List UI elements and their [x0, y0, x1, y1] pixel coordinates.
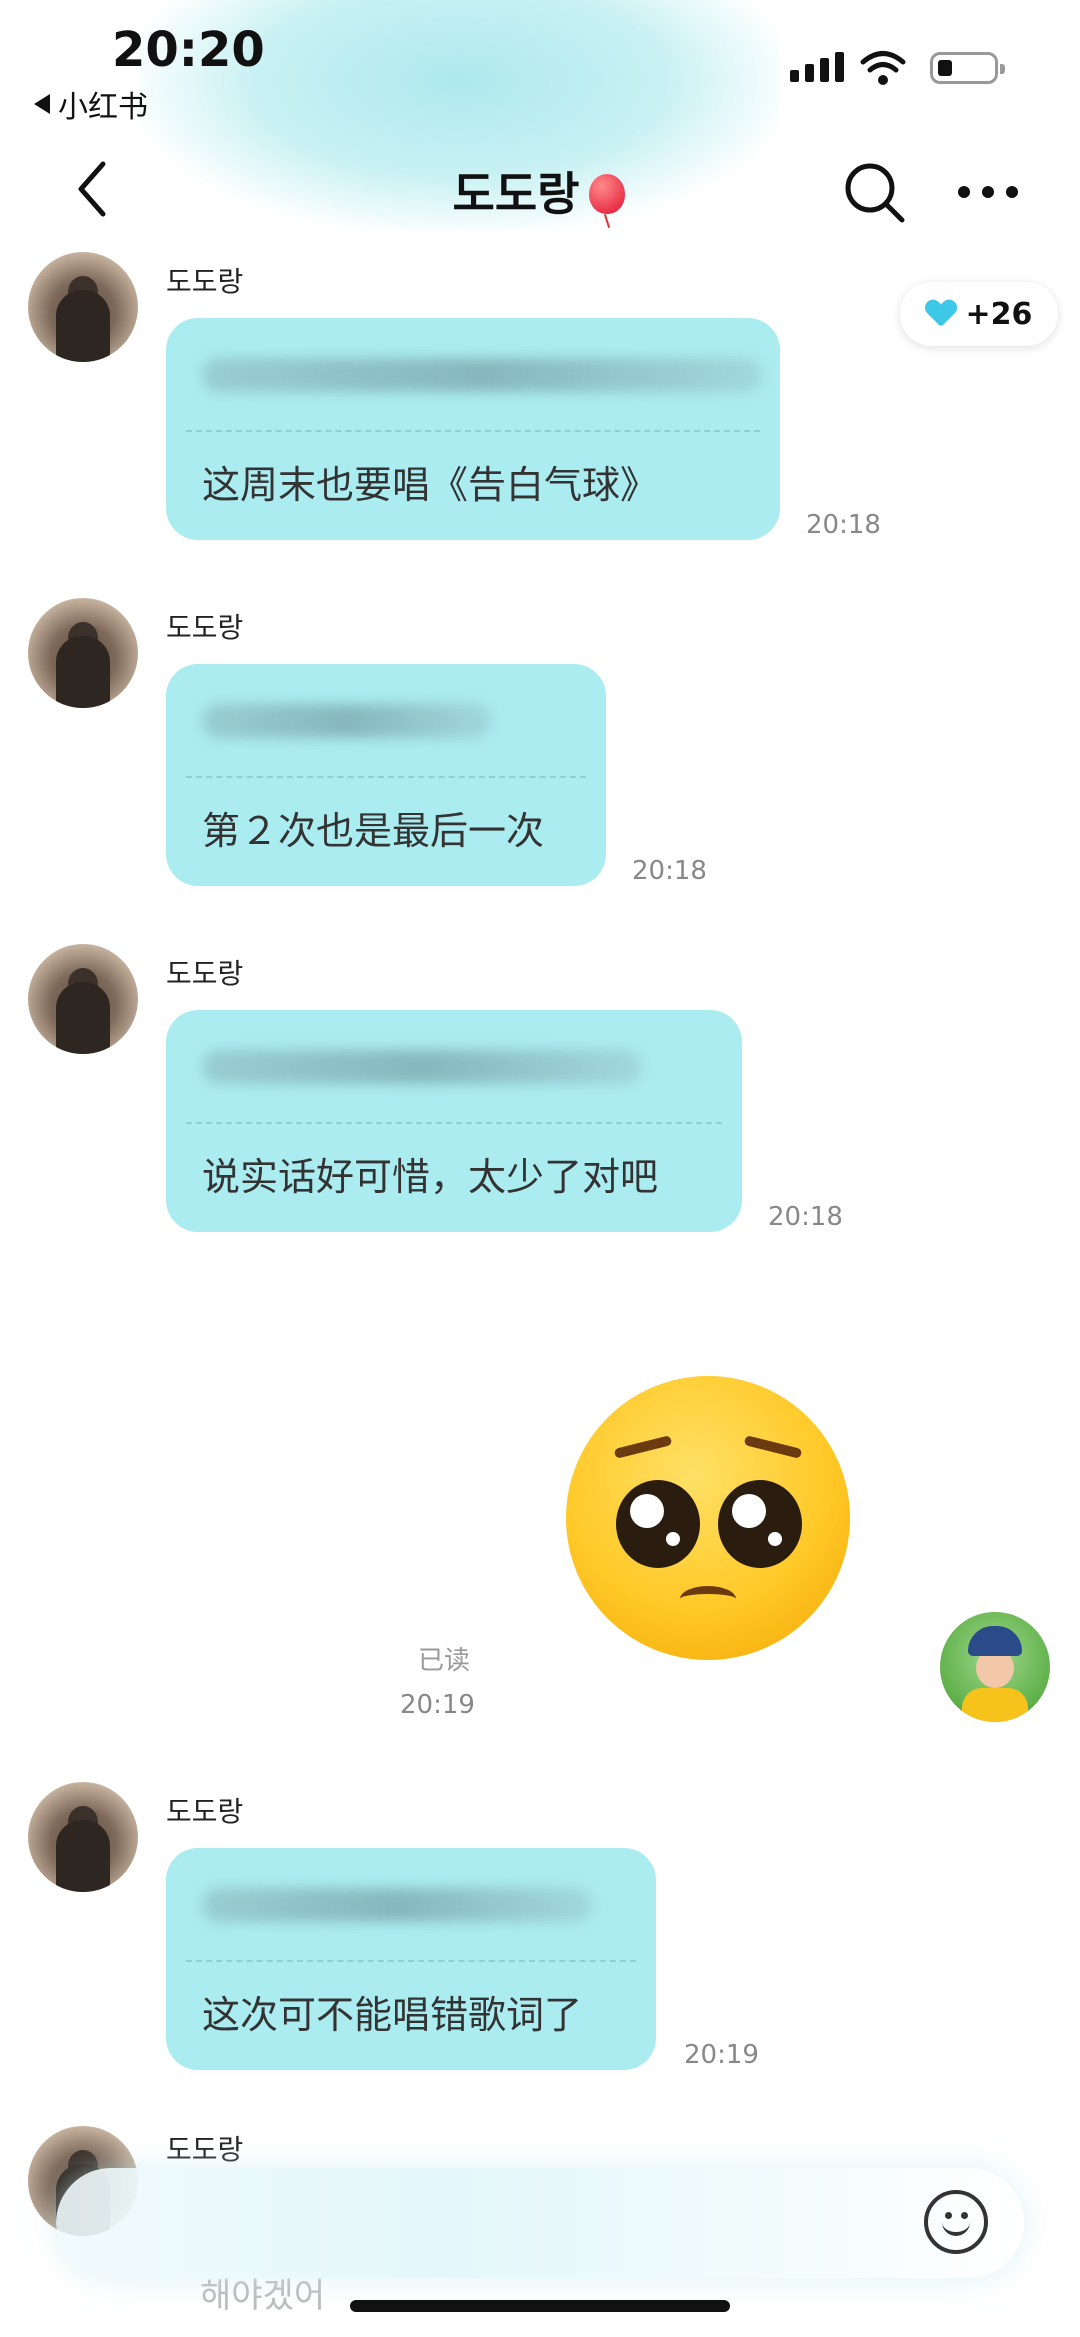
message-bubble[interactable]: 这次可不能唱错歌词了	[166, 1848, 656, 2070]
pleading-face-emoji[interactable]	[566, 1376, 850, 1660]
original-text-blurred	[202, 358, 762, 392]
sender-name: 도도랑	[166, 611, 244, 644]
back-app-label: 小红书	[58, 90, 148, 125]
bubble-divider	[186, 430, 760, 432]
cellular-signal-icon	[790, 52, 844, 82]
original-text-blurred	[202, 704, 492, 738]
status-time: 20:20	[112, 22, 265, 78]
message-time: 20:19	[400, 1690, 475, 1720]
message-time: 20:19	[684, 2040, 759, 2070]
sender-name: 도도랑	[166, 957, 244, 990]
sender-name: 도도랑	[166, 2133, 244, 2166]
original-text-blurred	[202, 1888, 592, 1922]
search-button[interactable]	[842, 160, 908, 226]
like-count: +26	[965, 296, 1033, 332]
chat-title: 도도랑	[0, 158, 1080, 228]
bubble-divider	[186, 776, 586, 778]
sender-name: 도도랑	[166, 265, 244, 298]
back-triangle-icon	[34, 94, 50, 114]
message-time: 20:18	[632, 856, 707, 886]
message-time: 20:18	[806, 510, 881, 540]
battery-icon	[930, 52, 1005, 84]
home-indicator[interactable]	[350, 2300, 730, 2312]
bubble-divider	[186, 1122, 722, 1124]
translated-text: 这周末也要唱《告白气球》	[202, 463, 659, 507]
message-time: 20:18	[768, 1202, 843, 1232]
message-input[interactable]	[56, 2168, 1024, 2278]
like-badge[interactable]: +26	[900, 282, 1058, 346]
chat-title-text: 도도랑	[452, 167, 580, 221]
message-bubble[interactable]: 说实话好可惜，太少了对吧	[166, 1010, 742, 1232]
sender-avatar[interactable]	[28, 1782, 138, 1892]
more-dot-icon	[958, 186, 970, 198]
my-avatar[interactable]	[940, 1612, 1050, 1722]
message-bubble[interactable]: 第２次也是最后一次	[166, 664, 606, 886]
message-bubble[interactable]: 这周末也要唱《告白气球》	[166, 318, 780, 540]
more-button[interactable]	[958, 186, 1018, 198]
balloon-icon	[587, 172, 627, 228]
sender-avatar[interactable]	[28, 252, 138, 362]
translated-text: 这次可不能唱错歌词了	[202, 1993, 583, 2037]
emoji-button[interactable]	[924, 2190, 988, 2254]
bubble-divider	[186, 1960, 636, 1962]
wifi-icon	[860, 51, 906, 85]
translated-text: 说实话好可惜，太少了对吧	[202, 1155, 659, 1199]
sender-avatar[interactable]	[28, 944, 138, 1054]
more-dot-icon	[982, 186, 994, 198]
sender-name: 도도랑	[166, 1795, 244, 1828]
sender-avatar[interactable]	[28, 598, 138, 708]
original-text-blurred	[202, 1050, 642, 1084]
translated-text: 第２次也是最后一次	[202, 809, 545, 853]
back-to-app-link[interactable]: 小红书	[34, 82, 148, 126]
more-dot-icon	[1006, 186, 1018, 198]
heart-icon	[926, 300, 956, 328]
read-status: 已读	[418, 1646, 471, 1676]
